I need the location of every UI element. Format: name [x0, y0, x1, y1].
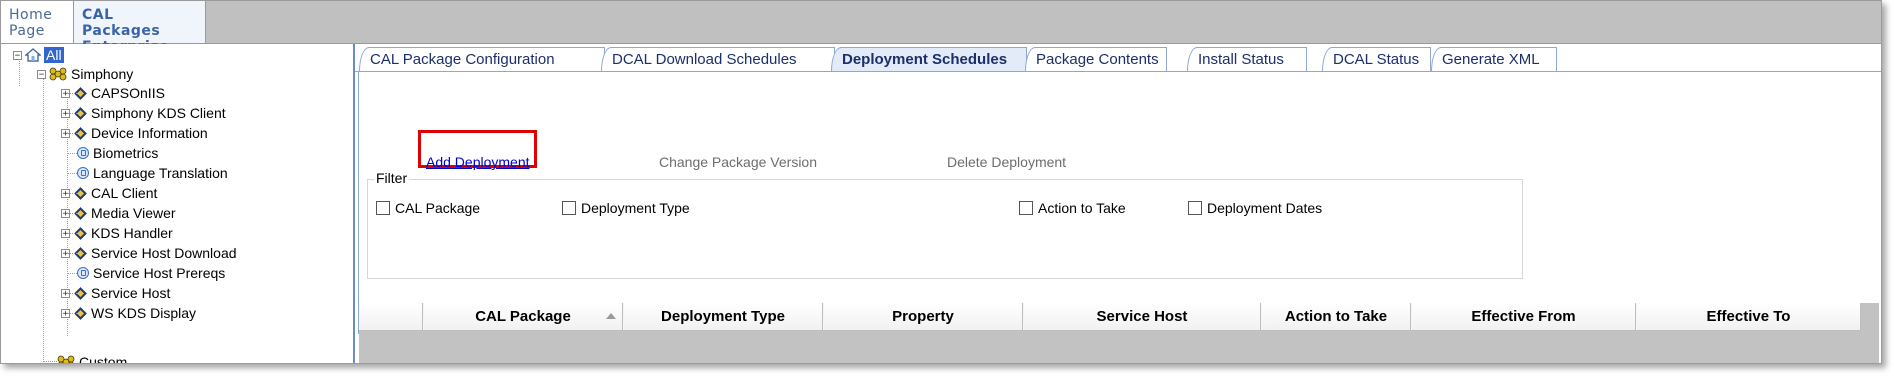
- add-deployment-link[interactable]: Add Deployment: [426, 154, 530, 170]
- filter-action-to-take[interactable]: Action to Take: [1019, 200, 1126, 216]
- tree-node-service-host[interactable]: + Service Host: [61, 284, 170, 302]
- filter-deployment-type[interactable]: Deployment Type: [562, 200, 690, 216]
- top-navigation-bar: Home Page CAL Packages Enterprise: [1, 1, 1881, 55]
- tree-node-custom[interactable]: Custom: [57, 353, 128, 364]
- tree-node-label: Media Viewer: [91, 205, 176, 221]
- property-group-icon: [57, 355, 75, 363]
- package-version-icon: [77, 267, 89, 279]
- tab-deployment-schedules[interactable]: Deployment Schedules: [831, 47, 1027, 71]
- filter-deployment-dates[interactable]: Deployment Dates: [1188, 200, 1322, 216]
- tree-node-language-translation[interactable]: Language Translation: [61, 164, 228, 182]
- tree-node-label: Device Information: [91, 125, 208, 141]
- tree-guide-line: [43, 71, 44, 362]
- application-window: Home Page CAL Packages Enterprise − All …: [0, 0, 1882, 364]
- tree-guide-line: [67, 213, 77, 214]
- tree-node-ws-kds-display[interactable]: + WS KDS Display: [61, 304, 196, 322]
- tree-node-device-information[interactable]: + Device Information: [61, 124, 208, 142]
- tree-guide-line: [67, 253, 77, 254]
- tree-guide-line: [67, 173, 77, 174]
- column-header-effective-from[interactable]: Effective From: [1411, 303, 1636, 330]
- tree-guide-line: [67, 193, 77, 194]
- tree-node-label: KDS Handler: [91, 225, 173, 241]
- main-content: CAL Package Configuration DCAL Download …: [355, 44, 1881, 363]
- column-header-label: CAL Package: [475, 308, 571, 325]
- tree-node-simphony-kds-client[interactable]: + Simphony KDS Client: [61, 104, 226, 122]
- tree-node-all[interactable]: − All: [13, 46, 64, 64]
- tree-node-label: WS KDS Display: [91, 305, 197, 321]
- checkbox[interactable]: [1188, 201, 1202, 215]
- delete-deployment-link[interactable]: Delete Deployment: [947, 154, 1066, 170]
- tree-guide-line: [67, 133, 77, 134]
- tree-guide-line: [67, 93, 77, 94]
- tree-node-label: Language Translation: [93, 165, 228, 181]
- tree-node-service-host-prereqs[interactable]: Service Host Prereqs: [61, 264, 225, 282]
- property-group-icon: [49, 67, 67, 81]
- cal-packages-label-line1: CAL Packages: [82, 7, 161, 39]
- tree-node-kds-handler[interactable]: + KDS Handler: [61, 224, 173, 242]
- tree-node-simphony[interactable]: − Simphony: [37, 65, 133, 83]
- column-header-service-host[interactable]: Service Host: [1023, 303, 1261, 330]
- tree-guide-line: [67, 313, 77, 314]
- navigation-tree: − All − Simphony + CAPSOnIIS + Simphony KDS…: [1, 44, 355, 363]
- tree-node-label: Service Host: [91, 285, 171, 301]
- checkbox[interactable]: [376, 201, 390, 215]
- change-package-version-link[interactable]: Change Package Version: [659, 154, 817, 170]
- tree-node-label: Service Host Prereqs: [93, 265, 226, 281]
- tree-node-label: Simphony KDS Client: [91, 105, 226, 121]
- filter-option-label: Deployment Dates: [1207, 200, 1323, 216]
- checkbox[interactable]: [562, 201, 576, 215]
- tab-strip: CAL Package Configuration DCAL Download …: [355, 44, 1881, 72]
- grid-row-header-cell: [359, 303, 423, 330]
- tree-node-service-host-download[interactable]: + Service Host Download: [61, 244, 237, 262]
- tree-guide-line: [67, 293, 77, 294]
- tree-guide-line: [67, 113, 77, 114]
- tree-node-label: Biometrics: [93, 145, 159, 161]
- tree-node-label: CAL Client: [91, 185, 158, 201]
- column-header-action-to-take[interactable]: Action to Take: [1261, 303, 1411, 330]
- tab-generate-xml[interactable]: Generate XML: [1431, 47, 1557, 71]
- tree-guide-line: [67, 233, 77, 234]
- checkbox[interactable]: [1019, 201, 1033, 215]
- filter-option-label: Action to Take: [1038, 200, 1126, 216]
- tree-guide-line: [67, 273, 77, 274]
- home-page-label-line1: Home: [9, 7, 53, 23]
- column-header-property[interactable]: Property: [823, 303, 1023, 330]
- filter-legend: Filter: [374, 170, 410, 186]
- tree-node-label: CAPSOnIIS: [91, 85, 165, 101]
- tree-guide-line: [43, 361, 57, 362]
- tab-dcal-download-schedules[interactable]: DCAL Download Schedules: [601, 47, 835, 71]
- house-icon: [24, 48, 42, 62]
- filter-option-label: Deployment Type: [581, 200, 690, 216]
- tree-node-label: Custom: [79, 354, 128, 364]
- column-header-effective-to[interactable]: Effective To: [1636, 303, 1861, 330]
- package-version-icon: [77, 167, 89, 179]
- filter-group: Filter CAL Package Deployment Type Actio…: [367, 170, 1523, 279]
- tree-node-label: Simphony: [71, 66, 134, 82]
- tab-cal-package-configuration[interactable]: CAL Package Configuration: [359, 47, 605, 71]
- filter-cal-package[interactable]: CAL Package: [376, 200, 480, 216]
- filter-option-label: CAL Package: [395, 200, 481, 216]
- column-header-cal-package[interactable]: CAL Package: [423, 303, 623, 330]
- tab-package-contents[interactable]: Package Contents: [1025, 47, 1167, 71]
- deployments-grid: CAL Package Deployment Type Property Ser…: [359, 303, 1879, 363]
- home-page-button[interactable]: Home Page: [1, 1, 74, 43]
- collapse-icon[interactable]: −: [13, 50, 22, 60]
- tab-dcal-status[interactable]: DCAL Status: [1322, 47, 1431, 71]
- tree-node-media-viewer[interactable]: + Media Viewer: [61, 204, 176, 222]
- deployment-schedules-panel: Add Deployment Change Package Version De…: [358, 72, 1881, 334]
- grid-header-row: CAL Package Deployment Type Property Ser…: [359, 303, 1861, 331]
- tree-guide-line: [67, 153, 77, 154]
- tree-root-label: All: [44, 47, 64, 63]
- tree-node-label: Service Host Download: [91, 245, 237, 261]
- home-page-label-line2: Page: [9, 23, 45, 39]
- collapse-icon[interactable]: −: [37, 69, 46, 79]
- package-version-icon: [77, 147, 89, 159]
- column-header-deployment-type[interactable]: Deployment Type: [623, 303, 823, 330]
- cal-packages-enterprise-button[interactable]: CAL Packages Enterprise: [74, 1, 206, 55]
- sort-ascending-icon: [606, 313, 616, 319]
- tab-install-status[interactable]: Install Status: [1187, 47, 1307, 71]
